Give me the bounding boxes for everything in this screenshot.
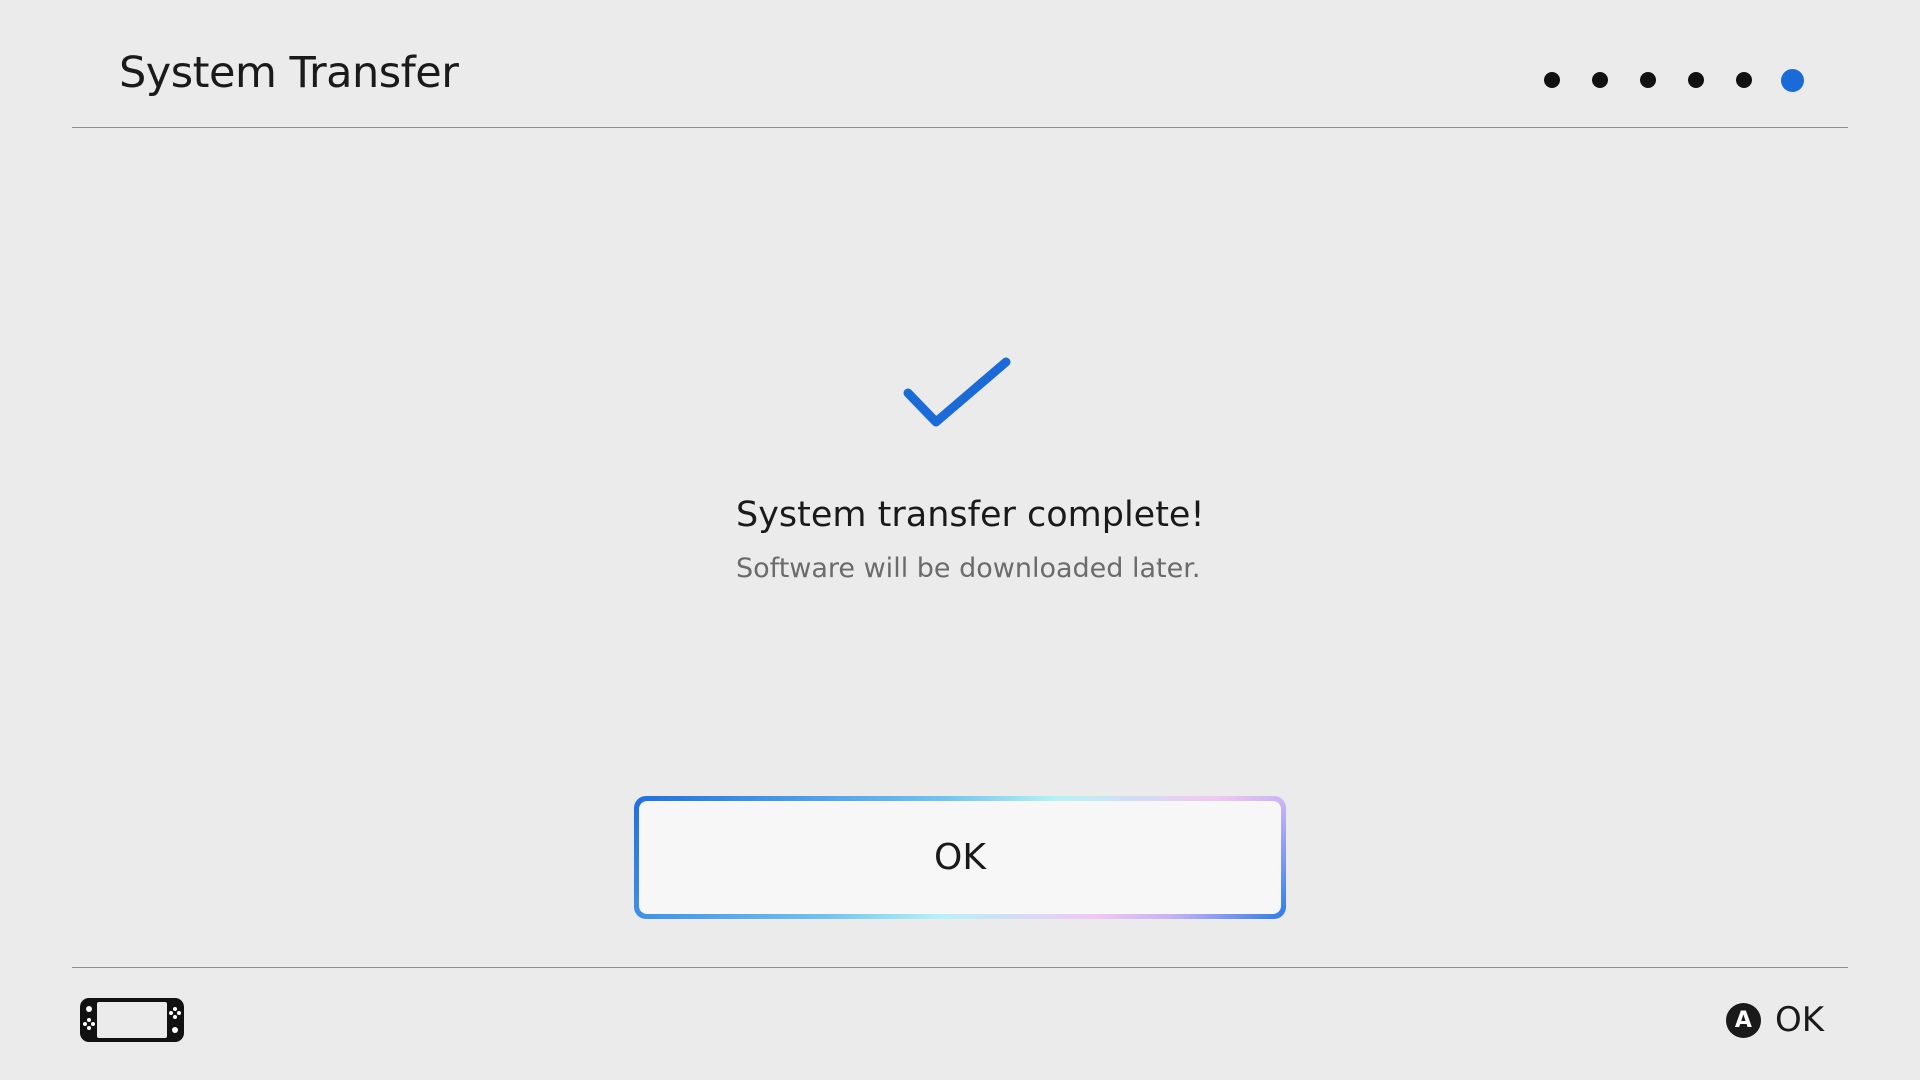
status-title: System transfer complete! (736, 495, 1205, 535)
checkmark-icon (903, 357, 1011, 427)
handheld-console-icon (80, 998, 184, 1042)
page-title: System Transfer (119, 48, 459, 98)
ok-button-label: OK (639, 801, 1281, 914)
step-dot-6-active (1781, 69, 1804, 92)
status-subtitle: Software will be downloaded later. (736, 553, 1201, 584)
ok-button[interactable]: OK (634, 796, 1286, 919)
step-dot-1 (1544, 72, 1560, 88)
step-dot-5 (1736, 72, 1752, 88)
step-dot-4 (1688, 72, 1704, 88)
header-divider (72, 127, 1848, 128)
a-button-hint[interactable]: A OK (1725, 1000, 1824, 1040)
a-button-icon: A (1725, 1002, 1761, 1038)
step-dot-3 (1640, 72, 1656, 88)
footer-divider (72, 967, 1848, 968)
step-dot-2 (1592, 72, 1608, 88)
a-button-label: OK (1774, 1000, 1824, 1040)
